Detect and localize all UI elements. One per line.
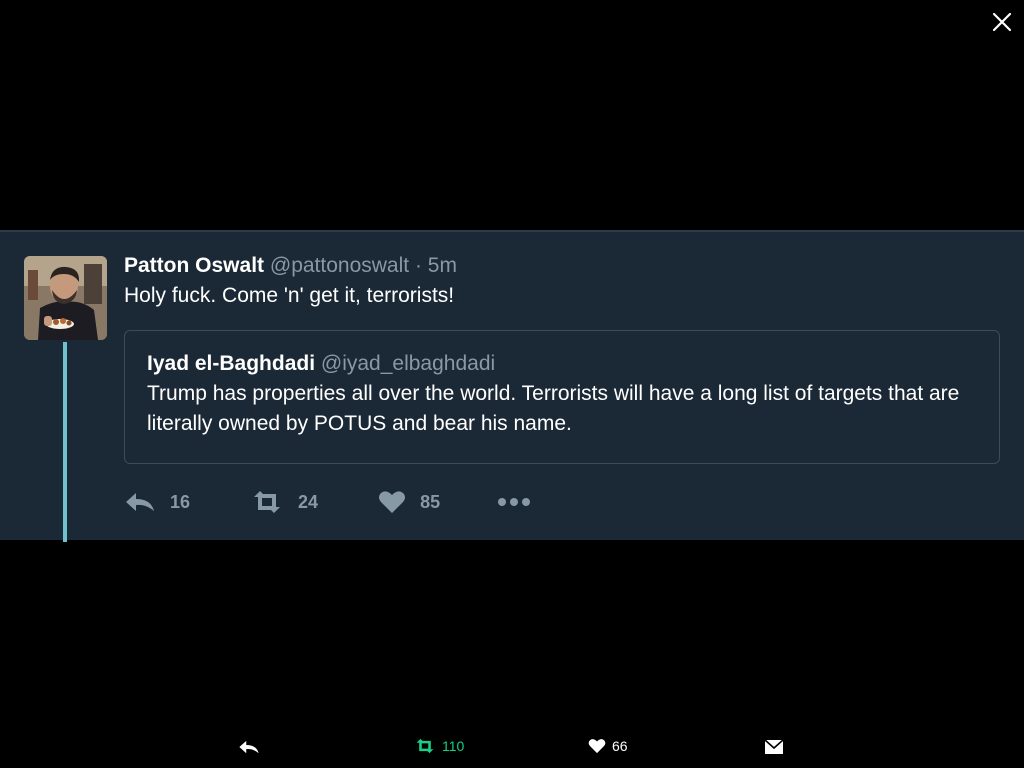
tweet-actions: 16 24 85 — [124, 484, 546, 520]
reply-icon — [239, 740, 259, 754]
heart-icon — [588, 739, 606, 754]
retweet-count: 24 — [298, 491, 319, 512]
quoted-tweet[interactable]: Iyad el-Baghdadi @iyad_elbaghdadi Trump … — [124, 330, 1000, 464]
envelope-icon — [764, 739, 784, 754]
tweet-card: Patton Oswalt @pattonoswalt · 5m Holy fu… — [0, 230, 1024, 542]
reply-button[interactable]: 16 — [124, 490, 190, 514]
header-separator: · — [414, 254, 422, 277]
more-button[interactable] — [496, 496, 546, 508]
like-count: 85 — [420, 491, 441, 512]
bottom-action-bar: 110 66 — [0, 732, 1024, 768]
tweet-time[interactable]: 5m — [428, 254, 457, 277]
retweet-icon — [254, 491, 281, 513]
avatar-image — [24, 256, 107, 340]
retweet-button[interactable]: 24 — [250, 490, 318, 514]
quoted-author-name: Iyad el-Baghdadi — [147, 352, 316, 375]
quoted-author-handle: @iyad_elbaghdadi — [320, 352, 496, 375]
bottom-direct-message-button[interactable] — [764, 738, 790, 756]
tweet-text: Holy fuck. Come 'n' get it, terrorists! — [124, 284, 455, 307]
bottom-reply-button[interactable] — [238, 738, 266, 756]
more-dots-icon — [498, 498, 531, 506]
bottom-retweet-button[interactable]: 110 — [414, 738, 464, 754]
avatar[interactable] — [24, 256, 107, 340]
bottom-retweet-count: 110 — [442, 738, 465, 754]
author-handle[interactable]: @pattonoswalt — [270, 254, 409, 277]
close-icon — [992, 12, 1012, 32]
author-name[interactable]: Patton Oswalt — [124, 254, 264, 277]
thread-line — [63, 342, 67, 542]
tweet-header: Patton Oswalt @pattonoswalt · 5m — [124, 252, 1000, 280]
retweet-icon — [416, 738, 434, 754]
quoted-tweet-header: Iyad el-Baghdadi @iyad_elbaghdadi — [147, 349, 977, 379]
reply-count: 16 — [170, 491, 191, 512]
close-button[interactable] — [990, 10, 1014, 34]
bottom-like-count: 66 — [612, 738, 628, 754]
reply-icon — [126, 493, 154, 511]
quoted-tweet-text: Trump has properties all over the world.… — [147, 382, 960, 435]
tweet-body: Patton Oswalt @pattonoswalt · 5m Holy fu… — [124, 252, 1000, 310]
like-button[interactable]: 85 — [378, 490, 440, 514]
heart-icon — [379, 491, 406, 513]
bottom-like-button[interactable]: 66 — [588, 738, 628, 754]
